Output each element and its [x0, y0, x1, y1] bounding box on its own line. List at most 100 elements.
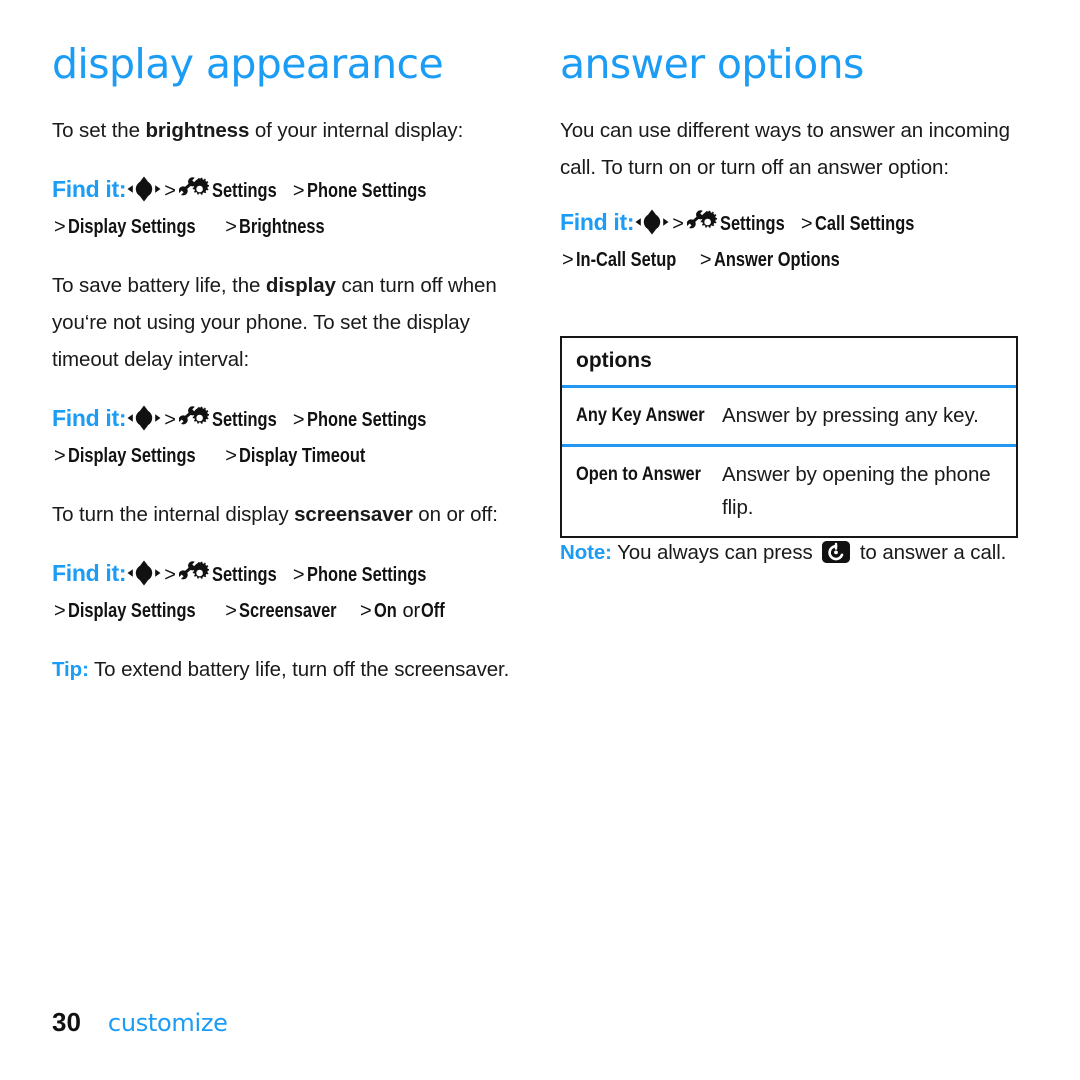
text-emphasis-screensaver: screensaver [294, 503, 413, 526]
breadcrumb-separator: > [672, 213, 684, 235]
table-header-label: options [576, 349, 652, 372]
text-fragment: To turn the internal display [52, 503, 295, 526]
breadcrumb-separator: > [292, 564, 305, 586]
findit-line-continuation: > Display Settings > Display Timeout [52, 438, 512, 474]
breadcrumb-separator: > [164, 564, 176, 586]
table-header-row: options [562, 338, 1016, 385]
note-paragraph: Note: You always can press to answer a c… [560, 534, 1022, 571]
breadcrumb-separator: > [225, 216, 237, 238]
settings-wrench-gear-icon [686, 209, 718, 235]
findit-line-continuation: > Display Settings > Brightness [52, 209, 512, 245]
navigation-dpad-icon [127, 176, 161, 202]
paragraph-answer-intro: You can use different ways to answer an … [560, 119, 1010, 179]
settings-wrench-gear-icon [178, 560, 210, 586]
breadcrumb-separator: > [225, 600, 237, 622]
breadcrumb-settings: Settings [211, 180, 277, 202]
breadcrumb-display-timeout: Display Timeout [238, 445, 366, 467]
breadcrumb-screensaver: Screensaver [238, 600, 337, 622]
breadcrumb-separator: > [292, 180, 305, 202]
paragraph-battery-timeout: To save battery life, the display can tu… [52, 267, 512, 378]
breadcrumb-option-off: Off [421, 600, 445, 622]
page-footer: 30 customize [52, 1007, 228, 1038]
breadcrumb-option-on: On [373, 600, 397, 622]
page-number: 30 [52, 1007, 81, 1037]
breadcrumb-display-settings: Display Settings [67, 445, 196, 467]
findit-label: Find it: [560, 209, 635, 235]
navigation-dpad-icon [127, 560, 161, 586]
text-fragment: To save battery life, the [52, 274, 266, 297]
breadcrumb-settings: Settings [719, 213, 785, 235]
breadcrumb-brightness: Brightness [238, 216, 325, 238]
breadcrumb-separator: > [699, 249, 712, 271]
footer-chapter-label: customize [107, 1009, 228, 1037]
settings-wrench-gear-icon [178, 405, 210, 431]
text-fragment: You always can press [611, 541, 819, 564]
option-name-text: Open to Answer [576, 463, 701, 485]
table-row: Open to Answer Answer by opening the pho… [562, 444, 1016, 536]
note-callout: Note: You always can press to answer a c… [560, 534, 1022, 593]
table-row: Any Key Answer Answer by pressing any ke… [562, 385, 1016, 444]
breadcrumb-separator: > [800, 213, 813, 235]
breadcrumb-separator: > [292, 409, 305, 431]
findit-line-primary: Find it: > Settings > Call Settings [560, 204, 1020, 242]
breadcrumb-separator: > [54, 216, 66, 238]
breadcrumb-display-settings: Display Settings [67, 216, 196, 238]
breadcrumb-separator: > [54, 600, 66, 622]
breadcrumb-in-call-setup: In-Call Setup [575, 249, 676, 271]
text-emphasis-display: display [265, 274, 336, 297]
findit-line-continuation: > Display Settings > Screensaver > On orOff [52, 593, 512, 629]
send-call-key-icon [820, 539, 852, 565]
breadcrumb-settings: Settings [211, 564, 277, 586]
navigation-dpad-icon [127, 405, 161, 431]
breadcrumb-phone-settings: Phone Settings [306, 409, 426, 431]
table-cell-option-name: Open to Answer [562, 447, 722, 503]
findit-line-primary: Find it: > Settings > Phone Settings [52, 171, 512, 209]
findit-line-primary: Find it: > Settings > Phone Settings [52, 400, 512, 438]
page-title-display-appearance: display appearance [52, 40, 444, 88]
breadcrumb-phone-settings: Phone Settings [306, 564, 426, 586]
breadcrumb-phone-settings: Phone Settings [306, 180, 426, 202]
table-cell-option-name: Any Key Answer [562, 388, 722, 444]
breadcrumb-or-conjunction: or [402, 600, 421, 622]
navigation-dpad-icon [635, 209, 669, 235]
left-column: display appearance To set the brightness… [52, 38, 512, 710]
page-title-answer-options: answer options [560, 40, 864, 88]
breadcrumb-separator: > [225, 445, 237, 467]
breadcrumb-answer-options: Answer Options [713, 249, 840, 271]
settings-wrench-gear-icon [178, 176, 210, 202]
manual-page: display appearance To set the brightness… [0, 0, 1080, 1080]
findit-line-primary: Find it: > Settings > Phone Settings [52, 555, 512, 593]
option-name-text: Any Key Answer [576, 404, 705, 426]
breadcrumb-separator: > [164, 180, 176, 202]
breadcrumb-call-settings: Call Settings [814, 213, 914, 235]
paragraph-screensaver-intro: To turn the internal display screensaver… [52, 496, 512, 533]
breadcrumb-separator: > [54, 445, 66, 467]
findit-label: Find it: [52, 405, 127, 431]
findit-line-continuation: > In-Call Setup > Answer Options [560, 242, 1020, 278]
breadcrumb-separator: > [562, 249, 574, 271]
findit-label: Find it: [52, 176, 127, 202]
text-fragment: of your internal display: [249, 119, 464, 142]
tip-label: Tip: [52, 658, 89, 681]
paragraph-brightness-intro: To set the brightness of your internal d… [52, 112, 512, 149]
findit-screensaver: Find it: > Settings > Phone Settings > Displa… [52, 555, 512, 629]
text-fragment: to answer a call. [854, 541, 1007, 564]
note-label: Note: [560, 541, 612, 564]
text-fragment: To set the [52, 119, 146, 142]
text-emphasis-brightness: brightness [145, 119, 250, 142]
breadcrumb-separator: > [359, 600, 372, 622]
findit-display-timeout: Find it: > Settings > Phone Settings > Displa… [52, 400, 512, 474]
options-table: options Any Key Answer Answer by pressin… [560, 336, 1018, 538]
table-cell-option-description: Answer by pressing any key. [722, 404, 979, 427]
breadcrumb-separator: > [164, 409, 176, 431]
tip-callout: Tip: To extend battery life, turn off th… [52, 651, 512, 688]
text-fragment: on or off: [412, 503, 498, 526]
findit-answer-options: Find it: > Settings > Call Settings > In-Call… [560, 204, 1020, 278]
findit-label: Find it: [52, 560, 127, 586]
findit-brightness: Find it: > Settings > Phone Settings > Displa… [52, 171, 512, 245]
tip-text: To extend battery life, turn off the scr… [88, 658, 510, 681]
right-column: answer options You can use different way… [560, 38, 1020, 300]
breadcrumb-display-settings: Display Settings [67, 600, 196, 622]
breadcrumb-settings: Settings [211, 409, 277, 431]
table-cell-option-description: Answer by opening the phone flip. [722, 463, 991, 519]
